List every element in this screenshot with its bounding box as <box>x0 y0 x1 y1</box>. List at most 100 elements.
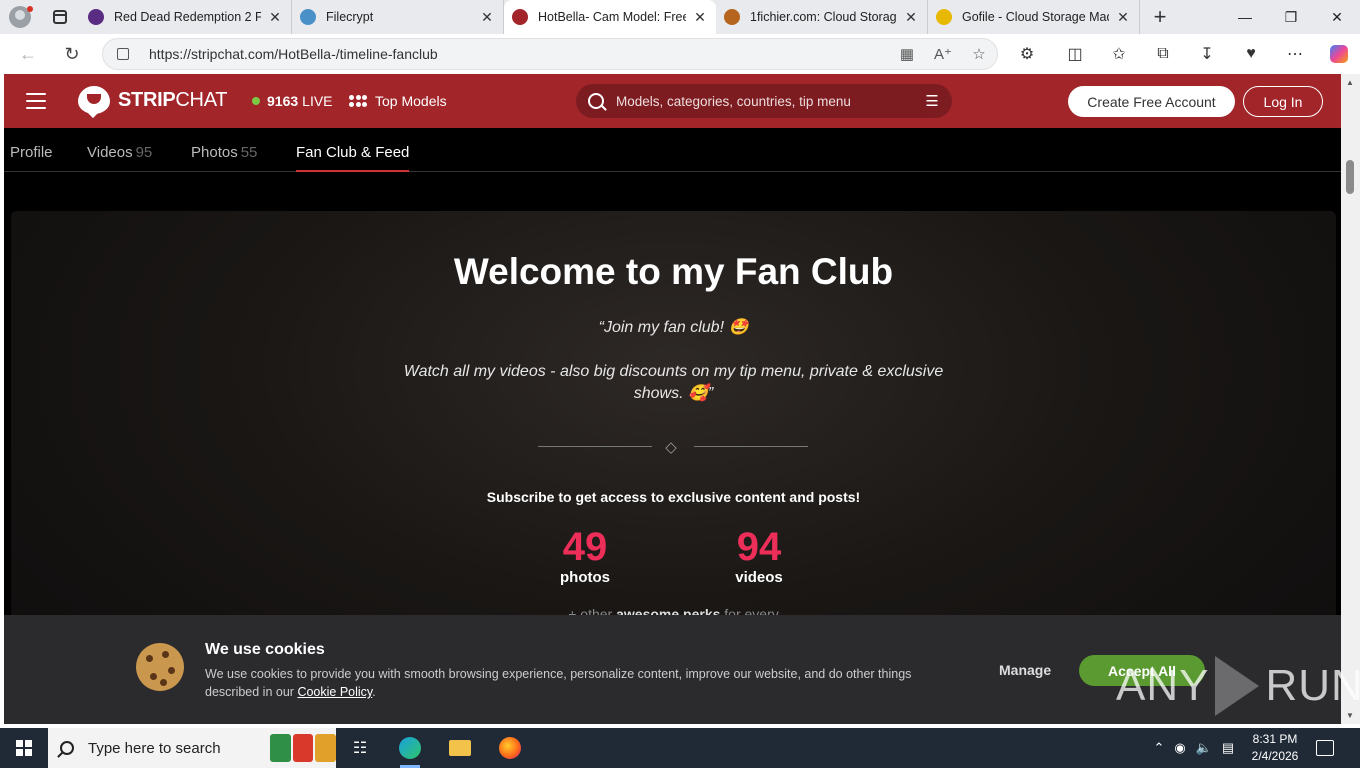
tab-title: HotBella- Cam Model: Free L <box>538 10 686 24</box>
collections-icon[interactable]: ⧉ <box>1141 34 1185 74</box>
tab-favicon-icon <box>88 9 104 25</box>
windows-taskbar: Type here to search ☷ ⌃ ◉ 🔈 ▤ 8:31 PM 2/… <box>0 728 1360 768</box>
close-tab-icon[interactable]: ✕ <box>479 9 495 26</box>
filter-icon[interactable]: ☰ <box>912 92 952 110</box>
scroll-up-icon[interactable]: ▲ <box>1346 78 1354 87</box>
videos-number: 94 <box>736 525 782 569</box>
task-view-icon[interactable]: ☷ <box>336 728 384 768</box>
diamond-divider: ◇ <box>538 437 808 457</box>
edge-taskbar-icon[interactable] <box>386 728 434 768</box>
favorites-icon[interactable]: ✩ <box>1097 34 1141 74</box>
cookie-text: We use cookies to provide you with smoot… <box>205 667 912 699</box>
close-tab-icon[interactable]: ✕ <box>903 9 919 26</box>
clock-time: 8:31 PM <box>1252 732 1298 746</box>
photos-label: photos <box>560 569 610 586</box>
file-explorer-icon[interactable] <box>436 728 484 768</box>
minimize-button[interactable]: — <box>1222 0 1268 34</box>
tab-videos[interactable]: Videos 95 <box>87 144 152 161</box>
performance-icon[interactable]: ♥ <box>1229 34 1273 74</box>
search-placeholder[interactable]: Models, categories, countries, tip menu <box>616 94 912 109</box>
anyrun-watermark: ANY RUN <box>1116 656 1360 716</box>
play-icon <box>1215 656 1260 716</box>
login-button[interactable]: Log In <box>1243 86 1323 117</box>
scrollbar-thumb[interactable] <box>1346 160 1354 194</box>
browser-tab[interactable]: Gofile - Cloud Storage Made ✕ <box>928 0 1140 34</box>
downloads-icon[interactable]: ↧ <box>1185 34 1229 74</box>
taskbar-clock[interactable]: 8:31 PM 2/4/2026 <box>1238 731 1312 765</box>
site-search-input[interactable]: Models, categories, countries, tip menu … <box>576 84 952 118</box>
tab-title: Gofile - Cloud Storage Made <box>962 10 1109 24</box>
page-scrollbar[interactable]: ▲ ▼ <box>1341 74 1360 724</box>
tab-title: Filecrypt <box>326 10 374 24</box>
site-logo[interactable]: STRIPCHAT <box>78 86 227 114</box>
system-tray: ⌃ ◉ 🔈 ▤ <box>1150 728 1240 768</box>
favorite-star-icon[interactable]: ☆ <box>961 45 997 63</box>
apps-icon[interactable]: ▦ <box>889 45 925 63</box>
site-header: STRIPCHAT 9163 LIVE Top Models Models, c… <box>4 74 1341 128</box>
diamond-icon: ◇ <box>665 439 677 456</box>
live-label: LIVE <box>302 93 333 109</box>
live-counter[interactable]: 9163 LIVE <box>252 93 333 109</box>
firefox-icon[interactable] <box>486 728 534 768</box>
url-text[interactable]: https://stripchat.com/HotBella-/timeline… <box>149 46 889 62</box>
search-icon <box>588 93 604 109</box>
address-bar[interactable]: https://stripchat.com/HotBella-/timeline… <box>102 38 998 70</box>
browser-tab[interactable]: HotBella- Cam Model: Free L ✕ <box>504 0 716 34</box>
cookie-title: We use cookies <box>205 641 325 658</box>
network-icon[interactable]: ▤ <box>1216 740 1240 756</box>
close-tab-icon[interactable]: ✕ <box>1115 9 1131 26</box>
tab-favicon-icon <box>300 9 316 25</box>
live-dot-icon <box>252 97 260 105</box>
tab-profile[interactable]: Profile <box>10 144 53 161</box>
taskbar-search[interactable]: Type here to search <box>48 728 337 768</box>
tab-favicon-icon <box>936 9 952 25</box>
top-models-link[interactable]: Top Models <box>349 92 447 110</box>
gifts-icon <box>270 734 337 762</box>
taskbar-search-placeholder[interactable]: Type here to search <box>88 740 270 757</box>
videos-label: videos <box>735 569 783 586</box>
close-tab-icon[interactable]: ✕ <box>267 9 283 26</box>
new-tab-button[interactable]: + <box>1140 0 1180 34</box>
profile-avatar[interactable] <box>0 0 40 34</box>
tab-favicon-icon <box>724 9 740 25</box>
cookie-icon <box>136 643 184 691</box>
close-tab-icon[interactable]: ✕ <box>692 9 708 26</box>
photos-count: 55 <box>240 144 258 161</box>
close-window-button[interactable]: ✕ <box>1314 0 1360 34</box>
subscribe-text: Subscribe to get access to exclusive con… <box>486 489 861 505</box>
videos-count: 95 <box>135 144 153 161</box>
restore-button[interactable]: ❐ <box>1268 0 1314 34</box>
search-icon <box>60 741 74 755</box>
more-menu-icon[interactable]: ⋯ <box>1273 34 1317 74</box>
tray-chevron-icon[interactable]: ⌃ <box>1150 740 1168 756</box>
tab-fan-club[interactable]: Fan Club & Feed <box>296 144 410 172</box>
back-button[interactable]: ← <box>10 36 46 72</box>
browser-tab[interactable]: Red Dead Redemption 2 Free ✕ <box>80 0 292 34</box>
fan-club-quote-line1: “Join my fan club! 🤩 <box>598 319 749 336</box>
live-count: 9163 <box>267 93 299 109</box>
site-info-icon[interactable] <box>117 48 129 60</box>
start-button[interactable] <box>0 728 48 768</box>
browser-tab[interactable]: 1fichier.com: Cloud Storage ✕ <box>716 0 928 34</box>
notifications-icon[interactable] <box>1316 728 1334 768</box>
tab-title: Red Dead Redemption 2 Free <box>114 10 261 24</box>
create-account-button[interactable]: Create Free Account <box>1068 86 1235 117</box>
read-aloud-icon[interactable]: A⁺ <box>925 45 961 63</box>
meet-icon[interactable]: ◉ <box>1168 740 1192 756</box>
photos-stat: 49 photos <box>525 527 645 586</box>
profile-tabs: Profile Videos 95 Photos 55 Fan Club & Fee… <box>4 128 1341 172</box>
tab-actions-icon[interactable] <box>40 0 80 34</box>
extensions-icon[interactable]: ⚙ <box>1005 34 1049 74</box>
clock-date: 2/4/2026 <box>1251 749 1299 763</box>
volume-icon[interactable]: 🔈 <box>1192 740 1216 756</box>
split-screen-icon[interactable]: ◫ <box>1053 34 1097 74</box>
manage-cookies-button[interactable]: Manage <box>999 662 1051 678</box>
browser-tab[interactable]: Filecrypt ✕ <box>292 0 504 34</box>
windows-icon <box>16 740 32 756</box>
tab-photos[interactable]: Photos 55 <box>191 144 257 161</box>
copilot-icon[interactable] <box>1317 34 1360 74</box>
hamburger-menu-icon[interactable] <box>26 93 46 109</box>
fan-club-quote-line2: Watch all my videos - also big discounts… <box>403 363 944 402</box>
cookie-policy-link[interactable]: Cookie Policy <box>297 685 372 699</box>
refresh-button[interactable]: ↻ <box>54 36 90 72</box>
